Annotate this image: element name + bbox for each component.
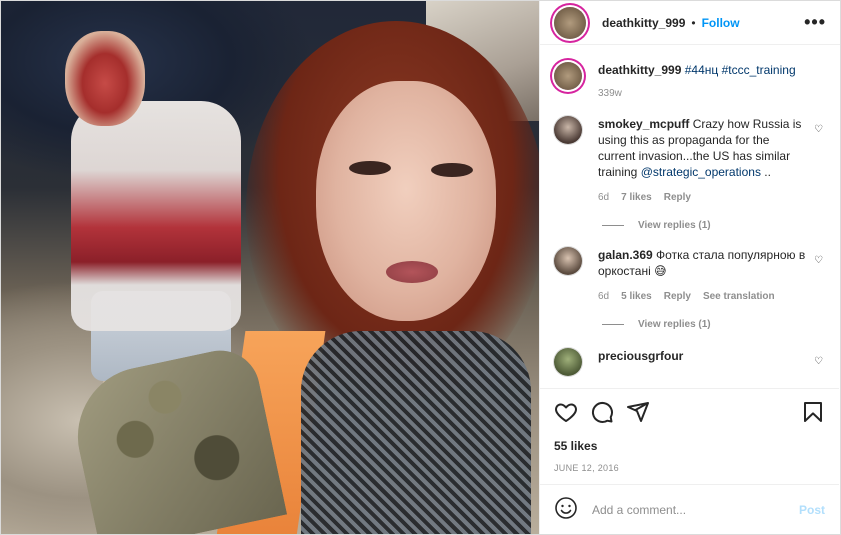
view-replies-line [602, 324, 624, 325]
see-translation-button[interactable]: See translation [703, 289, 775, 305]
comment-row: galan.369 Фотка стала популярною в оркос… [554, 247, 825, 305]
post-sidebar: deathkitty_999 • Follow ••• deathkitty_9… [539, 1, 840, 534]
commenter-avatar[interactable] [554, 247, 582, 275]
view-replies-line [602, 225, 624, 226]
action-icons [554, 399, 825, 425]
post-header: deathkitty_999 • Follow ••• [540, 1, 840, 45]
comment-username[interactable]: preciousgrfour [598, 349, 683, 363]
comment-likes[interactable]: 7 likes [621, 190, 652, 206]
comments-list[interactable]: deathkitty_999 #44нц #tccc_training 339w… [540, 50, 839, 385]
more-options-icon[interactable]: ••• [804, 12, 826, 33]
header-separator: • [691, 15, 696, 30]
comment-username[interactable]: smokey_mcpuff [598, 117, 689, 131]
caption-row: deathkitty_999 #44нц #tccc_training 339w [554, 62, 825, 102]
post-modal: deathkitty_999 • Follow ••• deathkitty_9… [0, 0, 841, 535]
comment-text-block: preciousgrfour [598, 348, 808, 376]
post-actions: 55 likes JUNE 12, 2016 [540, 388, 839, 473]
comment-input[interactable]: Add a comment... [592, 503, 799, 517]
comment-text-block: galan.369 Фотка стала популярною в оркос… [598, 247, 808, 305]
photo-eye-right [431, 163, 473, 177]
comment-meta: 6d 5 likes Reply See translation [598, 289, 808, 305]
author-username[interactable]: deathkitty_999 [602, 16, 685, 30]
likes-count[interactable]: 55 likes [554, 439, 825, 453]
comment-heart-icon[interactable]: ♡ [814, 124, 823, 135]
comment-icon[interactable] [590, 400, 614, 424]
commenter-avatar[interactable] [554, 116, 582, 144]
emoji-icon[interactable] [554, 496, 578, 523]
view-replies-button[interactable]: View replies (1) [602, 220, 825, 231]
post-photo[interactable] [1, 1, 539, 534]
comment-meta: 6d 7 likes Reply [598, 190, 808, 206]
photo-zombie-head [65, 31, 145, 126]
share-icon[interactable] [626, 400, 650, 424]
post-comment-button[interactable]: Post [799, 503, 825, 517]
comment-age: 6d [598, 291, 610, 302]
caption-text-block: deathkitty_999 #44нц #tccc_training 339w [598, 62, 808, 102]
comment-mention[interactable]: @strategic_operations [641, 165, 761, 179]
caption-meta: 339w [598, 86, 808, 102]
comment-row: preciousgrfour ♡ [554, 348, 825, 376]
reply-button[interactable]: Reply [664, 190, 691, 206]
comment-suffix: .. [760, 165, 771, 179]
heart-icon[interactable] [554, 400, 578, 424]
photo-face [316, 81, 496, 321]
comment-heart-icon[interactable]: ♡ [814, 356, 823, 367]
photo-scarf [301, 331, 531, 534]
caption-username[interactable]: deathkitty_999 [598, 63, 681, 77]
comment-likes[interactable]: 5 likes [621, 289, 652, 305]
caption-age: 339w [598, 88, 622, 99]
view-replies-button[interactable]: View replies (1) [602, 319, 825, 330]
comment-emoji: 😅 [654, 264, 667, 278]
view-replies-label: View replies (1) [638, 319, 711, 330]
comment-username[interactable]: galan.369 [598, 248, 653, 262]
add-comment-bar: Add a comment... Post [540, 484, 839, 534]
comment-text-block: smokey_mcpuff Crazy how Russia is using … [598, 116, 808, 206]
comment-age: 6d [598, 192, 610, 203]
caption-hashtags[interactable]: #44нц #tccc_training [685, 63, 796, 77]
photo-eye-left [349, 161, 391, 175]
reply-button[interactable]: Reply [664, 289, 691, 305]
bookmark-icon[interactable] [801, 400, 825, 424]
photo-zombie-body [71, 101, 241, 331]
follow-button[interactable]: Follow [702, 16, 740, 30]
photo-lips [386, 261, 438, 283]
caption-avatar[interactable] [554, 62, 582, 90]
view-replies-label: View replies (1) [638, 220, 711, 231]
author-avatar[interactable] [554, 6, 586, 39]
post-date[interactable]: JUNE 12, 2016 [554, 463, 825, 473]
comment-heart-icon[interactable]: ♡ [814, 255, 823, 266]
comment-row: smokey_mcpuff Crazy how Russia is using … [554, 116, 825, 206]
commenter-avatar[interactable] [554, 348, 582, 376]
